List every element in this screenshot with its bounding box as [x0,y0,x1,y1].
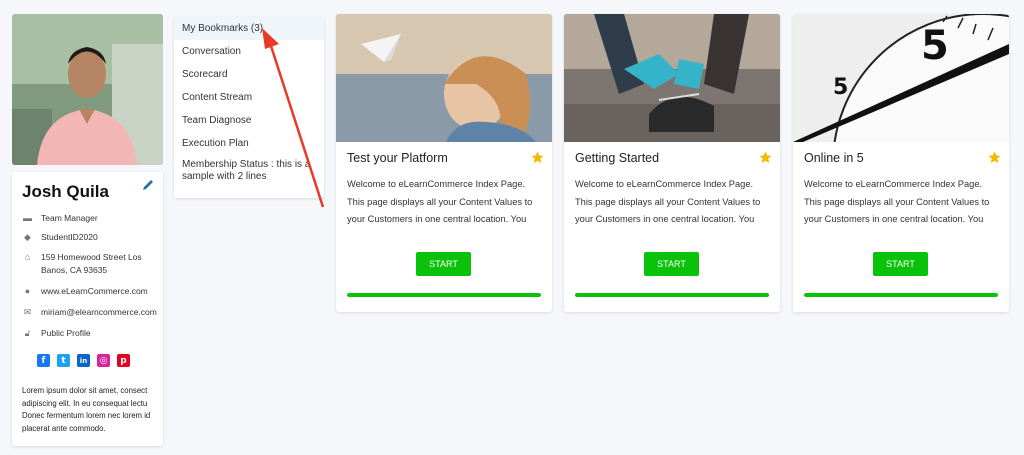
start-button[interactable]: START [416,252,471,276]
facebook-icon[interactable]: f [37,354,50,367]
svg-text:5: 5 [921,23,949,69]
menu-item-membership-status[interactable]: Membership Status : this is a sample wit… [174,155,324,189]
course-thumbnail [564,14,780,142]
profile-avatar [12,14,163,165]
menu-item-team-diagnose[interactable]: Team Diagnose [174,109,324,132]
profile-card: Josh Quila ▬ Team Manager ◆ StudentID202… [12,172,163,446]
profile-student-id: StudentID2020 [41,232,98,242]
profile-role-row: ▬ Team Manager [22,212,151,225]
profile-website-row: ● www.eLearnCommerce.com [22,285,151,298]
profile-website[interactable]: www.eLearnCommerce.com [41,285,151,298]
profile-address-row: ⌂ 159 Homewood Street Los Banos, CA 9363… [22,251,151,277]
menu-item-execution-plan[interactable]: Execution Plan [174,132,324,155]
pencil-edit-icon[interactable] [141,178,155,192]
course-description: Welcome to eLearnCommerce Index Page. Th… [575,179,761,224]
start-button[interactable]: START [644,252,699,276]
course-progress-fill [804,293,998,297]
course-thumbnail: 5 5 [793,14,1009,142]
profile-bio: Lorem ipsum dolor sit amet, consect adip… [22,386,151,433]
profile-name: Josh Quila [22,182,109,201]
twitter-icon[interactable]: t [57,354,70,367]
course-title: Online in 5 [804,151,864,165]
home-icon: ⌂ [24,252,31,262]
course-progress-bar [804,293,998,297]
menu-item-conversation[interactable]: Conversation [174,40,324,63]
profile-email[interactable]: miriam@elearncommerce.com [41,306,157,319]
profile-visibility: Public Profile [41,328,91,338]
bookmark-star-icon[interactable] [988,151,1001,164]
profile-role: Team Manager [41,213,98,223]
course-description: Welcome to eLearnCommerce Index Page. Th… [804,179,990,224]
pinterest-icon[interactable]: p [117,354,130,367]
graduation-cap-icon: ◆ [24,232,31,242]
course-card[interactable]: 5 5 Online in 5 Welcome to eLearnCommerc… [793,14,1009,312]
course-title: Test your Platform [347,151,448,165]
course-title: Getting Started [575,151,660,165]
folder-icon: ▬ [23,213,32,223]
start-button[interactable]: START [873,252,928,276]
linkedin-icon[interactable]: in [77,354,90,367]
menu-item-content-stream[interactable]: Content Stream [174,86,324,109]
course-description: Welcome to eLearnCommerce Index Page. Th… [347,179,533,224]
menu-item-my-bookmarks[interactable]: My Bookmarks (3) [174,17,324,40]
course-card[interactable]: Getting Started Welcome to eLearnCommerc… [564,14,780,312]
bookmark-star-icon[interactable] [531,151,544,164]
profile-address: 159 Homewood Street Los Banos, CA 93635 [41,252,142,275]
profile-email-row: ✉ miriam@elearncommerce.com [22,306,157,319]
course-progress-fill [347,293,541,297]
bookmark-star-icon[interactable] [759,151,772,164]
globe-icon: ● [24,286,31,296]
profile-student-id-row: ◆ StudentID2020 [22,231,151,244]
profile-visibility-row: 🔓︎ Public Profile [22,327,151,340]
profile-menu: My Bookmarks (3) Conversation Scorecard … [174,17,324,198]
menu-item-scorecard[interactable]: Scorecard [174,63,324,86]
envelope-icon: ✉ [23,307,32,317]
social-links: f t in ◎ p [37,354,130,367]
course-progress-fill [575,293,769,297]
svg-text:5: 5 [833,75,848,100]
unlock-icon: 🔓︎ [24,328,31,338]
course-card[interactable]: Test your Platform Welcome to eLearnComm… [336,14,552,312]
course-progress-bar [347,293,541,297]
course-thumbnail [336,14,552,142]
instagram-icon[interactable]: ◎ [97,354,110,367]
course-progress-bar [575,293,769,297]
